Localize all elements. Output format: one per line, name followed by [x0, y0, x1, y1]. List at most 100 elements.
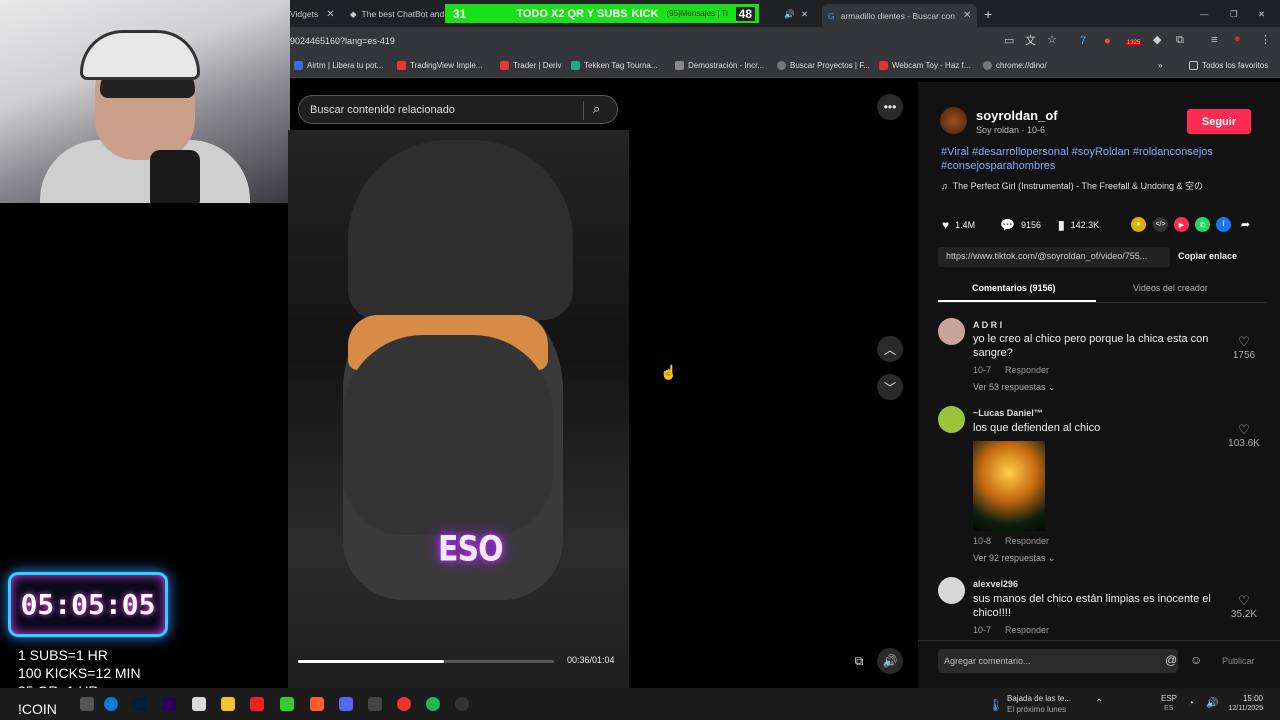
tab-search-icon[interactable]: ≡	[1211, 35, 1217, 46]
creator-avatar[interactable]	[940, 107, 967, 134]
chrome-icon[interactable]	[397, 697, 411, 711]
chevron-down-icon[interactable]: ﹀	[877, 374, 903, 400]
music-line[interactable]: ♫ The Perfect Girl (Instrumental) - The …	[941, 179, 1203, 192]
new-tab-button[interactable]: +	[984, 4, 992, 24]
search-icon[interactable]	[80, 697, 94, 711]
bookmark-airtm[interactable]: Airtm | Libera tu pot...	[294, 61, 383, 70]
bookmark-deriv[interactable]: Trader | Deriv	[500, 61, 561, 70]
commenter-name[interactable]: A D R I	[973, 320, 1002, 330]
send-icon[interactable]: ▶	[1174, 217, 1189, 232]
minecraft-icon[interactable]	[280, 697, 294, 711]
edge-icon[interactable]	[104, 697, 118, 711]
video-player[interactable]: ESO	[288, 130, 629, 688]
comment-like[interactable]: ♡ 35.2K	[1224, 593, 1264, 620]
chevron-up-icon[interactable]: ⌃	[1095, 698, 1103, 709]
more-icon[interactable]: ⋮	[1260, 35, 1271, 46]
view-replies[interactable]: Ver 53 respuestas ⌄	[973, 382, 1056, 393]
discord-icon[interactable]	[339, 697, 353, 711]
comment-image[interactable]	[973, 441, 1045, 531]
volume-icon[interactable]: 🔊	[877, 648, 903, 674]
mention-icon[interactable]: @	[1165, 654, 1177, 666]
speaker-icon[interactable]: 🔊	[784, 4, 795, 24]
close-icon[interactable]: ✕	[963, 10, 971, 21]
close-icon[interactable]: ✕	[801, 4, 808, 24]
close-icon[interactable]: ✕	[326, 9, 334, 20]
search-input[interactable]: Buscar contenido relacionado ⌕	[298, 95, 618, 124]
like-stat[interactable]: ♥ 1.4M	[942, 218, 975, 232]
bookmark-tradingview[interactable]: TradingView Imple...	[397, 61, 482, 70]
obs-icon[interactable]	[455, 697, 469, 711]
search-icon[interactable]: ⌕	[593, 102, 600, 115]
extension-icon[interactable]: 7	[1080, 36, 1086, 47]
link-field[interactable]: https://www.tiktok.com/@soyroldan_of/vid…	[938, 247, 1170, 267]
weather-title[interactable]: Bajada de las te...	[1007, 694, 1071, 703]
reply-button[interactable]: Responder	[1005, 365, 1049, 375]
comment-like[interactable]: ♡ 103.6K	[1224, 422, 1264, 449]
publish-button[interactable]: Publicar	[1222, 656, 1255, 666]
google-icon: G	[828, 10, 835, 21]
reply-button[interactable]: Responder	[1005, 625, 1049, 635]
commenter-avatar[interactable]	[938, 406, 965, 433]
all-bookmarks[interactable]: Todos los favoritos	[1189, 61, 1268, 70]
hashtags[interactable]: #Viral #desarrollopersonal #soyRoldan #r…	[941, 145, 1241, 173]
avatar[interactable]: ●	[1234, 34, 1241, 45]
brave-icon[interactable]	[310, 697, 324, 711]
volume-icon[interactable]: 🔊	[1206, 698, 1218, 709]
premiere-icon[interactable]	[162, 697, 176, 711]
tab-creator-videos[interactable]: Videos del creador	[1133, 283, 1208, 293]
embed-icon[interactable]: </>	[1153, 217, 1168, 232]
chevron-up-icon[interactable]: ︿	[877, 336, 903, 362]
follow-button[interactable]: Seguir	[1187, 109, 1251, 134]
bookmark-proyectos[interactable]: Buscar Proyectos | F...	[777, 61, 870, 70]
maximize-button[interactable]: ❐	[1230, 4, 1238, 24]
emoji-icon[interactable]: ☺	[1190, 654, 1202, 666]
translate-icon[interactable]: 文	[1025, 36, 1036, 47]
bookmark-webcamtoy[interactable]: Webcam Toy - Haz f...	[879, 61, 970, 70]
extension-icon[interactable]: ◆	[1153, 35, 1161, 46]
bookmark-demo[interactable]: Demostración - Incr...	[675, 61, 764, 70]
bookmark-dino[interactable]: chrome://dino/	[983, 61, 1047, 70]
commenter-name[interactable]: alexvel296	[973, 579, 1018, 589]
wifi-icon[interactable]: ◔	[1188, 698, 1194, 709]
deriv-icon[interactable]	[250, 697, 264, 711]
clock-time[interactable]: 15:00	[1233, 694, 1263, 703]
tab-armadillo[interactable]: Garmadillo dientes - Buscar con ✕	[822, 4, 978, 27]
reply-button[interactable]: Responder	[1005, 536, 1049, 546]
copy-link-button[interactable]: Copiar enlace	[1178, 251, 1237, 261]
folder-icon[interactable]	[221, 697, 235, 711]
miniplayer-icon[interactable]: ⧉	[846, 648, 872, 674]
comment-stat[interactable]: 💬 9156	[1000, 218, 1041, 232]
store-icon[interactable]	[192, 697, 206, 711]
facebook-icon[interactable]: f	[1216, 217, 1231, 232]
heart-icon: ♥	[942, 218, 950, 232]
cast-icon[interactable]: ▭	[1004, 36, 1014, 47]
view-replies[interactable]: Ver 92 respuestas ⌄	[973, 553, 1056, 564]
extension-icon[interactable]: ●	[1104, 36, 1111, 47]
star-icon[interactable]: ☆	[1047, 35, 1057, 46]
chevron-right-icon[interactable]: »	[1158, 61, 1162, 70]
commenter-name[interactable]: ~Lucas Daniel™	[973, 408, 1043, 418]
extension-badge[interactable]: 1325	[1126, 40, 1142, 46]
spotify-icon[interactable]	[426, 697, 440, 711]
tab-comments[interactable]: Comentarios (9156)	[972, 283, 1056, 293]
minimize-button[interactable]: —	[1200, 4, 1209, 24]
url-text[interactable]: 9024465160?lang=es-419	[290, 36, 395, 46]
share-icon[interactable]: ➦	[1238, 217, 1253, 232]
creator-username[interactable]: soyroldan_of	[976, 108, 1058, 123]
whatsapp-icon[interactable]: ✆	[1195, 217, 1210, 232]
puzzle-icon[interactable]: ⧉	[1176, 35, 1184, 46]
comment-like[interactable]: ♡ 1756	[1224, 334, 1264, 361]
tab-widgets[interactable]: Vidgets ✕	[290, 4, 335, 24]
commenter-avatar[interactable]	[938, 577, 965, 604]
tab-chatbot[interactable]: ◆ The best ChatBot and	[350, 4, 444, 24]
more-options-button[interactable]: •••	[877, 94, 903, 120]
save-stat[interactable]: ▮ 142.3K	[1058, 218, 1099, 232]
photoshop-icon[interactable]	[132, 697, 146, 711]
app-icon[interactable]	[368, 697, 382, 711]
coin-icon[interactable]: ●	[1131, 217, 1146, 232]
progress-bar[interactable]	[298, 660, 554, 663]
bookmark-tekken[interactable]: Tekken Tag Tourna...	[571, 61, 658, 70]
close-window-button[interactable]: ✕	[1258, 4, 1265, 24]
language-indicator[interactable]: ESP	[1161, 694, 1177, 703]
commenter-avatar[interactable]	[938, 318, 965, 345]
